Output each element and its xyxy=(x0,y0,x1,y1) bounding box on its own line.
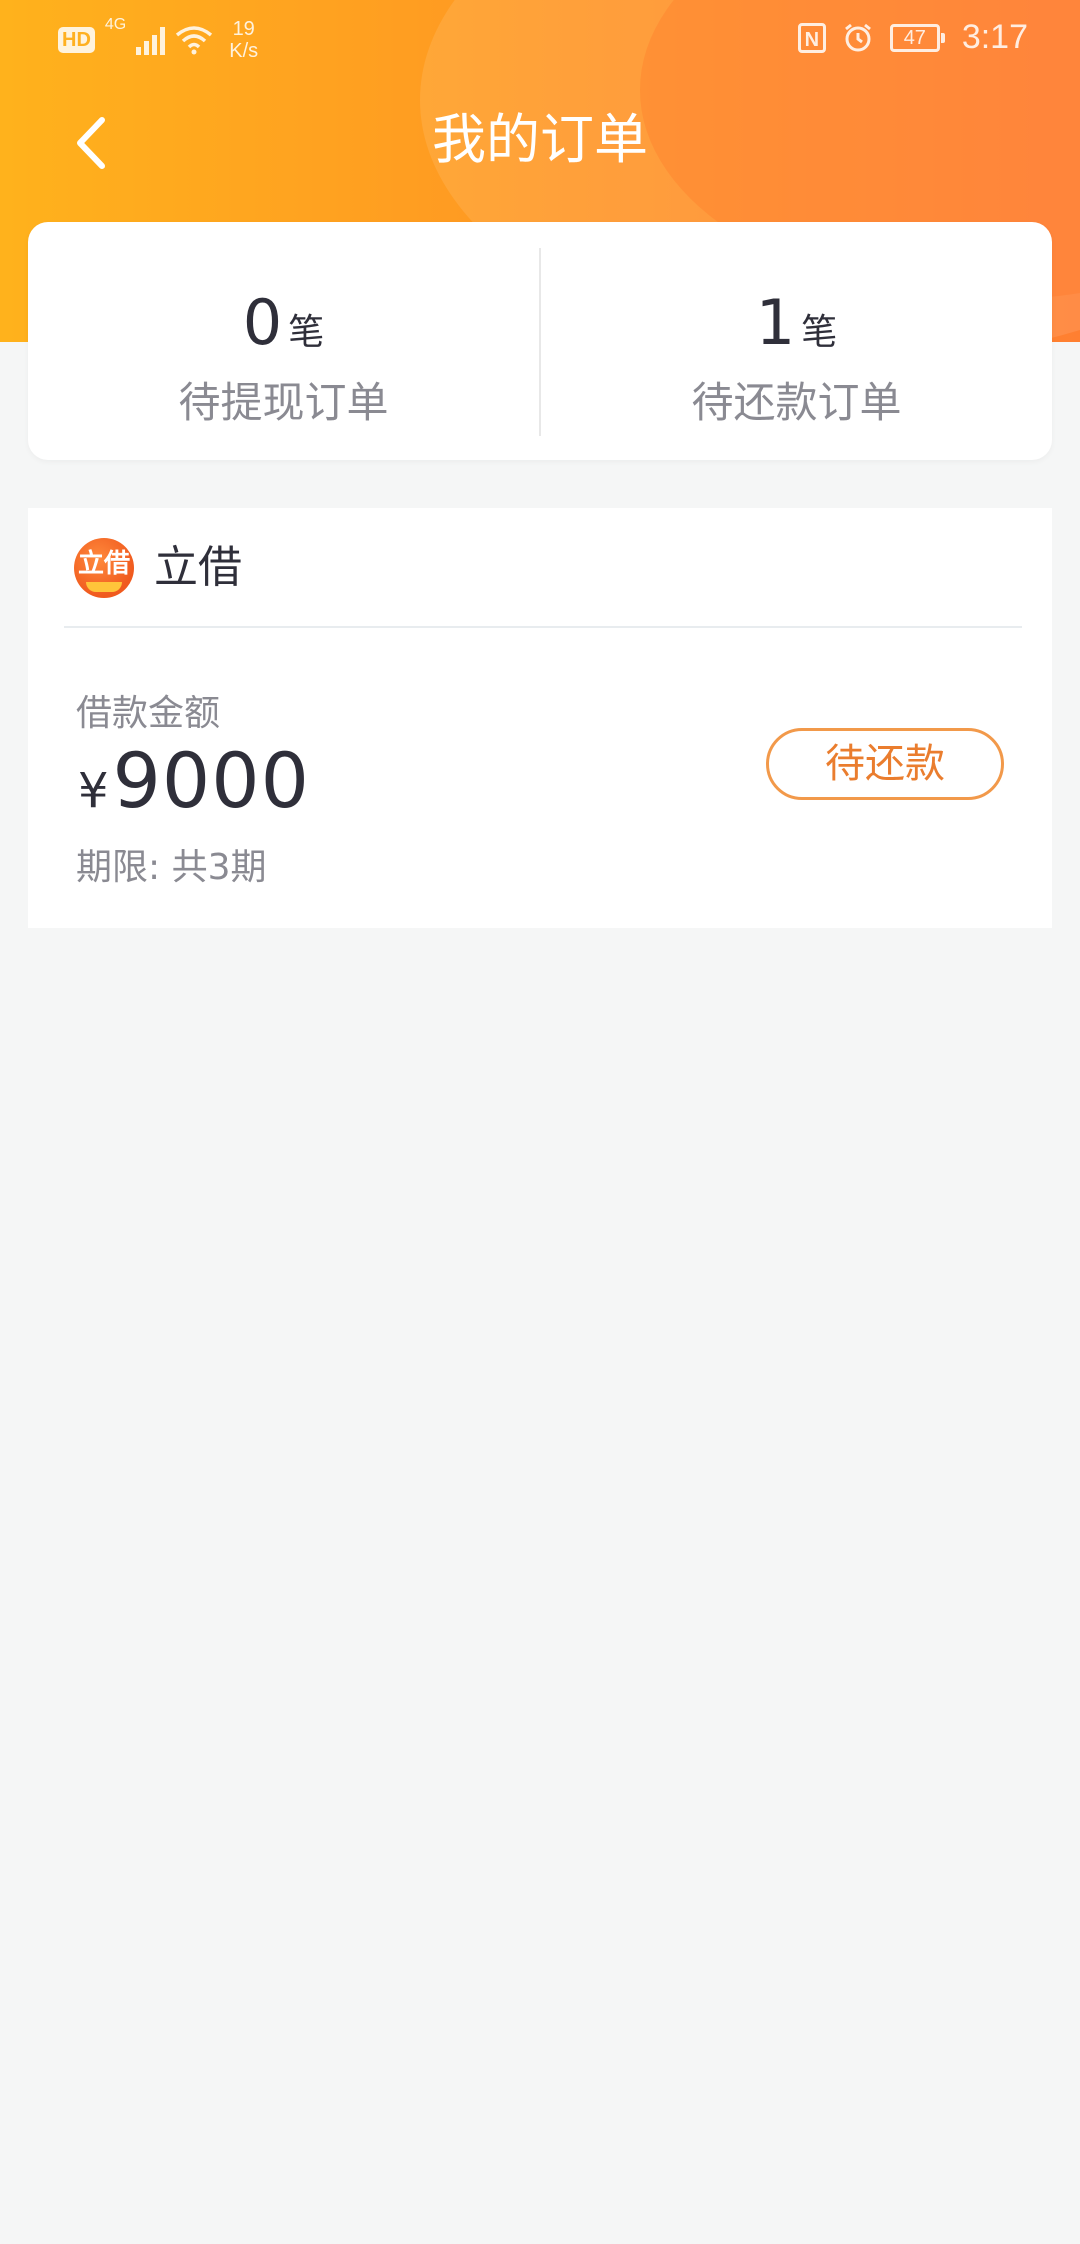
speed-unit: K/s xyxy=(229,40,259,62)
battery-icon: 47 xyxy=(889,23,945,52)
summary-count: 1 xyxy=(755,286,796,359)
signal-icon xyxy=(136,25,166,55)
currency-symbol: ¥ xyxy=(78,763,109,819)
status-time: 3:17 xyxy=(961,18,1028,56)
lender-logo-text: 立借 xyxy=(77,549,130,579)
logo-smile xyxy=(86,582,122,592)
summary-count: 0 xyxy=(242,286,283,359)
order-card[interactable]: 立借 立借 借款金额 ¥ 9000 期限: 共3期 待还款 xyxy=(28,508,1052,928)
summary-pending-repay[interactable]: 1 笔 待还款订单 xyxy=(541,222,1052,460)
summary-unit: 笔 xyxy=(801,312,838,353)
speed-value: 19 xyxy=(232,18,255,40)
pending-repay-button[interactable]: 待还款 xyxy=(766,728,1004,800)
summary-pending-withdraw[interactable]: 0 笔 待提现订单 xyxy=(28,222,539,460)
nfc-icon: N xyxy=(797,22,826,53)
alarm-icon xyxy=(844,23,871,51)
summary-label: 待提现订单 xyxy=(178,378,389,427)
status-bar: HD 4G 19 K/s N 47 3:17 xyxy=(0,0,1080,80)
order-card-header: 立借 立借 xyxy=(28,508,1052,628)
loan-term: 期限: 共3期 xyxy=(76,847,267,888)
order-divider xyxy=(64,626,1022,628)
lender-name: 立借 xyxy=(154,542,242,593)
network-type: 4G xyxy=(104,16,127,33)
summary-count-row: 0 笔 xyxy=(243,292,324,355)
status-bar-right: N 47 3:17 xyxy=(797,18,1028,57)
summary-label: 待还款订单 xyxy=(691,378,902,427)
lender-logo-icon: 立借 xyxy=(74,538,134,598)
order-summary-card: 0 笔 待提现订单 1 笔 待还款订单 xyxy=(28,222,1052,460)
summary-unit: 笔 xyxy=(288,312,325,353)
loan-amount-label: 借款金额 xyxy=(76,693,221,734)
page-title: 我的订单 xyxy=(432,108,648,171)
hd-icon: HD xyxy=(58,27,95,53)
status-bar-left: HD 4G 19 K/s xyxy=(58,16,258,62)
wifi-icon xyxy=(176,26,213,55)
loan-amount: ¥ 9000 xyxy=(78,736,310,825)
loan-amount-value: 9000 xyxy=(112,736,310,825)
network-speed: 19 K/s xyxy=(229,18,258,62)
summary-count-row: 1 笔 xyxy=(756,292,837,355)
